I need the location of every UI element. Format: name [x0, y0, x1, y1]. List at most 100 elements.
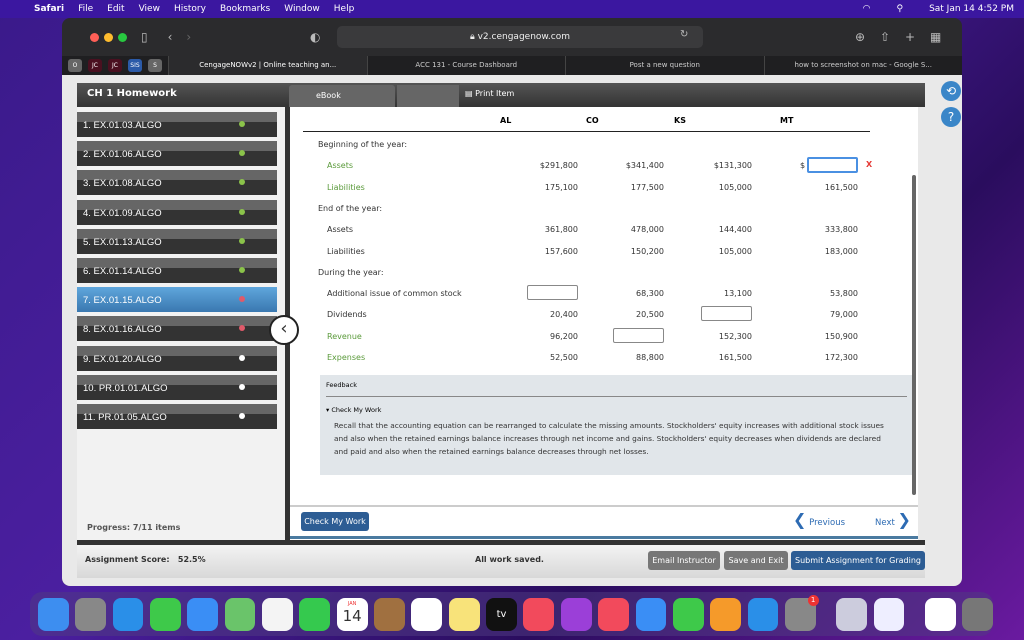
menu-file[interactable]: File [78, 4, 93, 14]
photos-icon[interactable] [262, 597, 293, 631]
maps-icon[interactable] [224, 597, 256, 631]
news-icon[interactable] [598, 597, 629, 631]
collapse-sidebar-button[interactable]: ‹ [269, 315, 299, 345]
close-button[interactable] [90, 32, 99, 42]
trash-icon[interactable] [962, 597, 993, 631]
facetime-icon[interactable] [299, 597, 331, 631]
pages-icon[interactable] [710, 597, 741, 631]
app-store-icon[interactable] [747, 597, 779, 631]
toggle-label: Check My Work [331, 406, 382, 414]
menu-app[interactable]: Safari [34, 4, 64, 14]
pinned-tab[interactable]: JC [88, 59, 102, 72]
answer-input[interactable] [807, 157, 858, 174]
menu-bookmarks[interactable]: Bookmarks [220, 4, 270, 14]
search-icon[interactable]: ⚲ [896, 4, 903, 14]
sidebar-icon[interactable]: ▯ [141, 30, 148, 44]
menu-view[interactable]: View [139, 4, 160, 14]
contacts-icon[interactable] [374, 597, 405, 631]
finder-icon[interactable] [38, 597, 69, 631]
address-bar[interactable]: 🔒︎ v2.cengagenow.com [337, 26, 703, 48]
ebook-tab[interactable]: eBook [289, 85, 395, 107]
header-tab[interactable] [397, 85, 459, 107]
forward-icon[interactable]: › [186, 30, 191, 44]
numbers-icon[interactable] [672, 597, 704, 631]
next-button[interactable]: Next ❯ [875, 510, 911, 529]
sidebar-item[interactable]: 2. EX.01.06.ALGO [77, 141, 277, 167]
document-icon[interactable] [924, 597, 956, 631]
previous-button[interactable]: ❮ Previous [793, 510, 845, 529]
help-icon[interactable]: ⟲ [941, 81, 961, 101]
sidebar-item[interactable]: 7. EX.01.15.ALGO [77, 287, 277, 313]
sidebar-item[interactable]: 1. EX.01.03.ALGO [77, 112, 277, 137]
apple-tv-icon[interactable]: tv [486, 597, 517, 631]
sidebar-item[interactable]: 3. EX.01.08.ALGO [77, 170, 277, 196]
preview-icon[interactable] [836, 597, 867, 631]
reload-icon[interactable]: ↻ [680, 29, 688, 40]
mail-icon[interactable] [187, 597, 219, 631]
print-item-button[interactable]: ▤ Print Item [465, 89, 514, 98]
sidebar-item[interactable]: 9. EX.01.20.ALGO [77, 345, 277, 371]
menu-history[interactable]: History [174, 4, 206, 14]
pinned-tab[interactable]: JC [108, 59, 122, 72]
sidebar-item[interactable]: 8. EX.01.16.ALGO [77, 316, 277, 342]
column-header: KS [674, 116, 686, 125]
check-my-work-button[interactable]: Check My Work [301, 512, 369, 531]
shield-icon[interactable]: ◐ [310, 30, 320, 44]
check-my-work-toggle[interactable]: ▾ Check My Work [326, 406, 381, 414]
cell-value: 183,000 [824, 246, 858, 256]
new-tab-icon[interactable]: + [905, 30, 915, 44]
xcode-helper-icon[interactable] [873, 597, 905, 631]
tab-bar: O JC JC SIS S CengageNOWv2 | Online teac… [62, 56, 962, 75]
calendar-icon[interactable]: JAN 14 [336, 597, 368, 631]
notification-badge: 1 [807, 594, 819, 606]
podcasts-icon[interactable] [560, 597, 592, 631]
zoom-button[interactable] [118, 32, 127, 42]
tab-cengagenow[interactable]: CengageNOWv2 | Online teaching an... [168, 56, 367, 75]
cell-value: 172,300 [824, 353, 858, 362]
answer-input[interactable] [613, 327, 664, 343]
wifi-icon[interactable]: ◠ [863, 4, 871, 14]
answer-input[interactable] [701, 306, 752, 322]
music-icon[interactable] [523, 597, 555, 631]
sidebar-item[interactable]: 6. EX.01.14.ALGO [77, 258, 277, 283]
email-instructor-button[interactable]: Email Instructor [648, 551, 720, 570]
tab-course-dashboard[interactable]: ACC 131 - Course Dashboard [366, 56, 566, 75]
system-preferences-icon[interactable]: 1 [784, 594, 819, 631]
sidebar-item[interactable]: 10. PR.01.01.ALGO [77, 374, 277, 400]
download-icon[interactable]: ⊕ [855, 30, 865, 44]
answer-input[interactable] [527, 285, 578, 301]
keynote-icon[interactable] [635, 597, 667, 631]
sidebar-item[interactable]: 5. EX.01.13.ALGO [77, 228, 277, 254]
minimize-button[interactable] [104, 32, 113, 42]
tab-overview-icon[interactable]: ▦ [930, 30, 941, 44]
pinned-tab[interactable]: O [68, 59, 82, 72]
menu-window[interactable]: Window [284, 4, 320, 14]
pinned-tab[interactable]: S [148, 59, 162, 72]
back-icon[interactable]: ‹ [168, 30, 173, 44]
notes-icon[interactable] [448, 597, 480, 631]
tab-post-question[interactable]: Post a new question [565, 56, 764, 75]
lock-icon: 🔒︎ [469, 32, 478, 42]
tab-google[interactable]: how to screenshot on mac - Google S... [763, 56, 963, 75]
scrollbar[interactable] [912, 175, 916, 495]
menu-help[interactable]: Help [334, 4, 355, 14]
safari-icon[interactable] [112, 597, 144, 631]
save-and-exit-button[interactable]: Save and Exit [724, 551, 788, 570]
sidebar-item[interactable]: 4. EX.01.09.ALGO [77, 199, 277, 225]
assignment-score: Assignment Score: 52.5% [85, 555, 206, 564]
cell-value: 20,400 [550, 310, 578, 320]
row-label: Revenue [327, 331, 362, 341]
menu-edit[interactable]: Edit [107, 4, 124, 14]
launchpad-icon[interactable] [75, 597, 107, 631]
submit-assignment-button[interactable]: Submit Assignment for Grading [791, 551, 925, 570]
sidebar-item[interactable]: 11. PR.01.05.ALGO [77, 404, 277, 429]
cell-value: 53,800 [830, 289, 858, 299]
reminders-icon[interactable] [411, 597, 443, 631]
question-icon[interactable]: ? [941, 107, 961, 127]
share-icon[interactable]: ⇧ [880, 30, 890, 44]
clock[interactable]: Sat Jan 14 4:52 PM [929, 4, 1014, 14]
pinned-tab[interactable]: SIS [128, 59, 142, 72]
dock: JAN 14 tv 1 [30, 592, 993, 636]
messages-icon[interactable] [150, 597, 181, 631]
row-label: Expenses [327, 353, 366, 362]
